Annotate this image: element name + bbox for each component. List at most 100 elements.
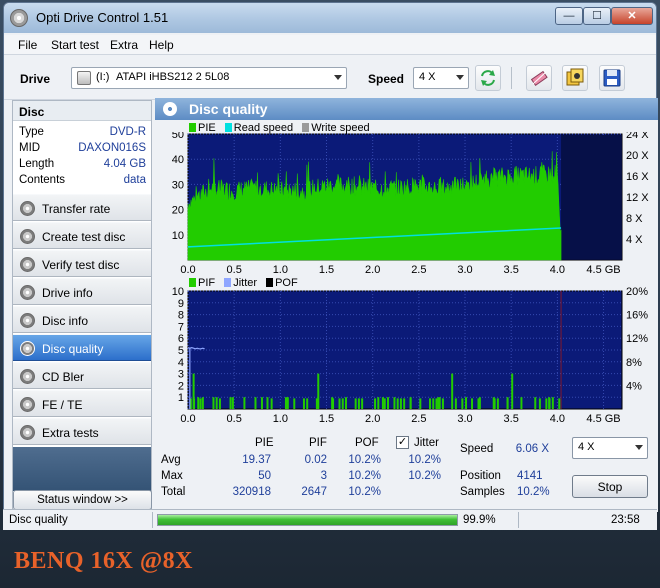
pif-bar — [286, 397, 289, 409]
refresh-button[interactable] — [475, 65, 501, 91]
menu-start-test[interactable]: Start test — [51, 38, 99, 52]
pif-spike — [284, 397, 287, 409]
pif-bar — [386, 397, 389, 409]
status-divider — [518, 512, 519, 528]
pif-spike — [197, 397, 200, 409]
y-tick-label: 7 — [178, 321, 184, 333]
save-button[interactable] — [599, 65, 625, 91]
pif-bar — [558, 398, 561, 409]
disc-info-key: Length — [19, 158, 55, 170]
disc-icon — [20, 257, 35, 272]
disc-icon — [10, 9, 28, 27]
pie-chart: 0.0 0.5 1.0 1.5 2.0 2.5 3.0 3.5 4.0 4.5 GB 50 40 30 2… — [172, 132, 650, 276]
erase-button[interactable] — [526, 65, 552, 91]
pif-spike — [492, 397, 495, 409]
pif-bar — [393, 397, 396, 409]
pif-bar — [377, 397, 380, 409]
close-button[interactable]: ✕ — [611, 7, 653, 25]
disc-info-value: data — [123, 174, 146, 186]
nav-drive-info[interactable]: Drive info — [13, 278, 151, 305]
copy-button[interactable] — [562, 65, 588, 91]
pif-bar — [419, 398, 422, 409]
y2-tick-label: 16 X — [626, 171, 649, 183]
pif-chart: 0.0 0.5 1.0 1.5 2.0 2.5 3.0 3.5 4.0 4.5 GB 1098765… — [172, 287, 648, 425]
disc-header: Disc — [13, 101, 151, 121]
stats-max-pie: 50 — [258, 470, 271, 482]
progress-bar — [157, 514, 458, 526]
stats-header-pif: PIF — [309, 437, 327, 449]
disc-icon — [20, 285, 35, 300]
pif-spike — [465, 397, 468, 409]
stats-avg-pif: 0.02 — [304, 454, 327, 466]
pif-bar — [218, 398, 221, 409]
disc-icon — [20, 229, 35, 244]
y2-tick-label: 12% — [626, 333, 648, 345]
stats-max-pof: 10.2% — [348, 470, 381, 482]
legend-swatch — [224, 278, 232, 287]
copy-icon — [566, 68, 584, 86]
status-window-button[interactable]: Status window >> — [13, 490, 152, 510]
pif-bar — [212, 397, 215, 409]
pif-bar — [199, 398, 202, 409]
pif-spike — [317, 373, 320, 409]
y-tick-label: 5 — [178, 345, 184, 357]
x-tick-label: 0.0 — [180, 413, 195, 425]
drive-label: Drive — [20, 72, 51, 86]
y2-tick-label: 20 X — [626, 150, 649, 162]
stats-header-jitter: Jitter — [414, 437, 439, 449]
nav-cd-bler[interactable]: CD Bler — [13, 362, 151, 389]
menu-help[interactable]: Help — [149, 38, 174, 52]
y2-tick-label: 8% — [626, 357, 642, 369]
pif-spike — [451, 373, 454, 409]
minimize-button[interactable]: — — [555, 7, 583, 25]
y2-tick-label: 24 X — [626, 132, 649, 141]
elapsed-time: 23:58 — [611, 514, 640, 526]
y-tick-label: 50 — [172, 132, 184, 141]
pif-spike — [192, 373, 195, 409]
position-value: 4141 — [517, 470, 543, 482]
nav-extra-tests[interactable]: Extra tests — [13, 418, 151, 445]
y-tick-label: 2 — [178, 380, 184, 392]
drive-letter: (I:) — [96, 71, 110, 83]
main-header: Disc quality — [155, 98, 658, 120]
nav-disc-info[interactable]: Disc info — [13, 306, 151, 333]
unused-region — [561, 135, 621, 259]
maximize-button[interactable]: ☐ — [583, 7, 611, 25]
stats-total-pie: 320918 — [232, 486, 271, 498]
x-tick-label: 1.0 — [273, 264, 288, 276]
jitter-checkbox[interactable]: ✓ — [396, 436, 409, 449]
test-speed-select[interactable]: 4 X — [572, 437, 648, 459]
speed-label: Speed — [368, 72, 405, 86]
legend-swatch — [189, 123, 196, 132]
nav-verify-test-disc[interactable]: Verify test disc — [13, 250, 151, 277]
pif-bar — [471, 398, 474, 409]
pif-bar — [338, 398, 341, 409]
title-bar[interactable]: Opti Drive Control 1.51 — ☐ ✕ — [4, 3, 656, 33]
pif-spike — [243, 397, 246, 409]
menu-file[interactable]: File — [18, 38, 37, 52]
disc-icon — [163, 102, 177, 116]
drive-icon — [77, 71, 91, 85]
disc-info-row: MID DAXON016S — [13, 142, 151, 158]
pif-spike — [344, 397, 347, 409]
nav-create-test-disc[interactable]: Create test disc — [13, 222, 151, 249]
nav-label: Drive info — [42, 286, 93, 300]
stop-button[interactable]: Stop — [572, 475, 648, 498]
status-bar: Disc quality 99.9% 23:58 — [3, 509, 657, 530]
menu-extra[interactable]: Extra — [110, 38, 138, 52]
drive-select[interactable]: (I:) ATAPI iHBS212 2 5L08 — [71, 67, 347, 89]
toolbar: Drive (I:) ATAPI iHBS212 2 5L08 Speed 4 … — [4, 56, 656, 100]
nav-transfer-rate[interactable]: Transfer rate — [13, 194, 151, 221]
nav-label: Disc info — [42, 314, 89, 328]
pif-bar — [293, 398, 296, 409]
pif-spike — [215, 397, 218, 409]
x-tick-label: 0.0 — [180, 264, 195, 276]
stats-label-max: Max — [161, 470, 183, 482]
pif-spike — [201, 397, 204, 409]
nav-label: Transfer rate — [42, 202, 111, 216]
nav-fe-te[interactable]: FE / TE — [13, 390, 151, 417]
speed-select[interactable]: 4 X — [413, 67, 469, 89]
position-label: Position — [460, 470, 501, 482]
menu-bar: File Start test Extra Help — [4, 35, 656, 55]
nav-disc-quality[interactable]: Disc quality — [13, 334, 151, 361]
